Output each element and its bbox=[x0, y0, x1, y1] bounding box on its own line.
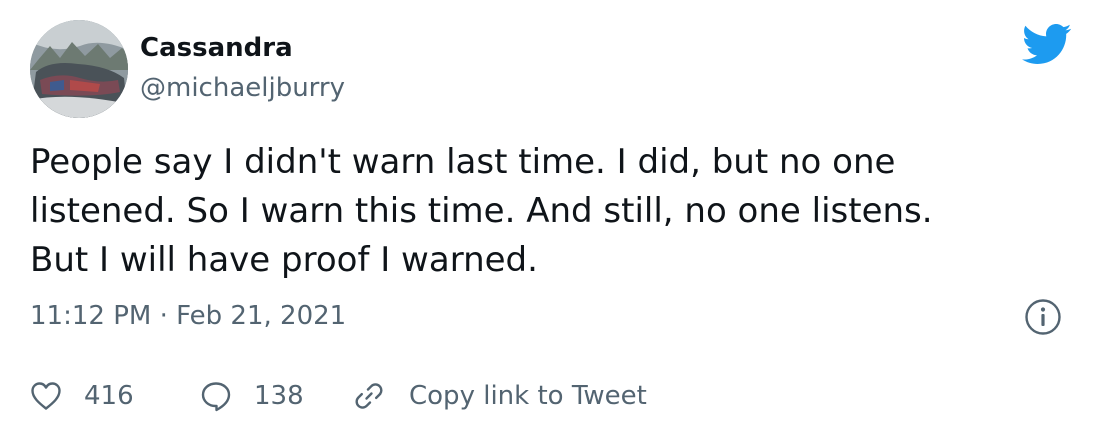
tweet-actions: 416 138 Copy link to Tweet bbox=[30, 374, 647, 418]
info-icon[interactable] bbox=[1024, 298, 1062, 336]
tweet-date[interactable]: Feb 21, 2021 bbox=[176, 301, 346, 331]
reply-bubble-icon bbox=[201, 382, 231, 412]
tweet-time[interactable]: 11:12 PM bbox=[30, 301, 151, 331]
twitter-bird-icon[interactable] bbox=[1020, 22, 1072, 66]
like-count: 416 bbox=[84, 381, 134, 411]
display-name[interactable]: Cassandra bbox=[140, 30, 293, 66]
user-handle[interactable]: @michaeljburry bbox=[140, 70, 345, 106]
link-icon bbox=[355, 383, 383, 409]
like-button[interactable]: 416 bbox=[30, 374, 200, 418]
copy-link-button[interactable]: Copy link to Tweet bbox=[353, 374, 647, 418]
reply-count: 138 bbox=[254, 381, 304, 411]
avatar[interactable] bbox=[30, 20, 128, 118]
copy-link-label: Copy link to Tweet bbox=[409, 381, 647, 411]
reply-button[interactable]: 138 bbox=[200, 374, 353, 418]
tweet-timestamp[interactable]: 11:12 PM · Feb 21, 2021 bbox=[30, 296, 346, 336]
tweet-text: People say I didn't warn last time. I di… bbox=[30, 142, 933, 280]
meta-separator: · bbox=[159, 301, 168, 331]
heart-icon bbox=[31, 382, 61, 410]
